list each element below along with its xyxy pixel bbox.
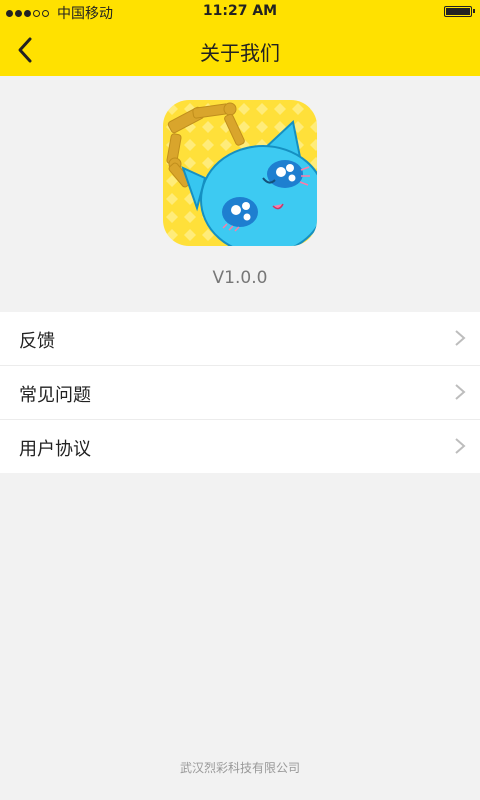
status-bar: 中国移动 11:27 AM xyxy=(0,0,480,24)
page-title: 关于我们 xyxy=(200,41,280,65)
settings-menu: 反馈 常见问题 用户协议 xyxy=(0,312,480,473)
menu-item-label: 常见问题 xyxy=(19,385,91,406)
status-time: 11:27 AM xyxy=(202,3,278,19)
chevron-right-icon xyxy=(455,384,466,400)
menu-item-user-agreement[interactable]: 用户协议 xyxy=(0,420,480,473)
app-logo xyxy=(163,100,317,246)
menu-item-faq[interactable]: 常见问题 xyxy=(0,366,480,420)
menu-item-feedback[interactable]: 反馈 xyxy=(0,312,480,366)
chevron-right-icon xyxy=(455,330,466,346)
menu-item-label: 用户协议 xyxy=(19,439,91,460)
app-version: V1.0.0 xyxy=(212,268,268,288)
battery-icon xyxy=(444,6,475,17)
menu-item-label: 反馈 xyxy=(19,331,55,352)
top-navbar: 关于我们 xyxy=(0,24,480,76)
chevron-right-icon xyxy=(455,438,466,454)
company-footer: 武汉烈彩科技有限公司 xyxy=(179,761,300,775)
